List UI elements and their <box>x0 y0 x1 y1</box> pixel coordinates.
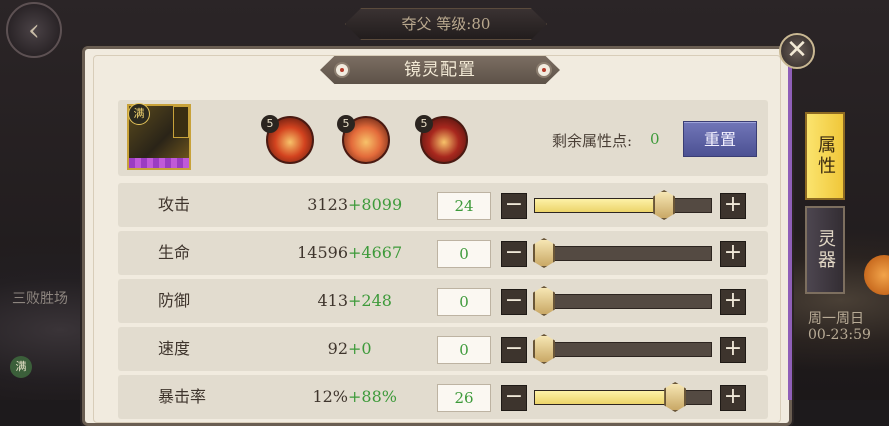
stat-slider[interactable] <box>533 238 712 268</box>
stat-bonus-value: +8099 <box>348 195 403 214</box>
stat-base-value: 14596 <box>297 243 348 262</box>
stat-slider[interactable] <box>533 334 712 364</box>
tab-attributes[interactable]: 属性 <box>805 112 845 200</box>
minus-icon[interactable]: − <box>501 241 527 267</box>
top-banner: 夺父 等级:80 <box>345 8 547 40</box>
plus-icon[interactable]: + <box>720 385 746 411</box>
plus-icon[interactable]: + <box>720 193 746 219</box>
stat-slider[interactable] <box>534 190 712 220</box>
tab-spirit-artifact[interactable]: 灵器 <box>805 206 845 294</box>
skill-level-badge: 5 <box>261 115 279 133</box>
remaining-points-value: 0 <box>650 130 660 148</box>
minus-icon[interactable]: − <box>501 337 527 363</box>
avatar-emblem-icon <box>173 106 189 138</box>
stat-slider[interactable] <box>534 382 712 412</box>
stat-row-hp: 生命 14596 +4667 0 − + <box>118 231 768 275</box>
stat-base-value: 413 <box>317 291 348 310</box>
slider-handle[interactable] <box>664 382 687 412</box>
stat-row-attack: 攻击 3123 +8099 24 − + <box>118 183 768 227</box>
dialog-edge-decoration <box>788 60 792 400</box>
stat-bonus-value: +88% <box>348 387 397 406</box>
minus-icon[interactable]: − <box>501 289 527 315</box>
stat-row-defense: 防御 413 +248 0 − + <box>118 279 768 323</box>
stat-points-input[interactable]: 0 <box>437 288 491 316</box>
back-button[interactable]: ‹ <box>6 2 62 58</box>
close-icon: ✕ <box>786 35 808 65</box>
plus-icon[interactable]: + <box>720 241 746 267</box>
stat-base-value: 3123 <box>307 195 348 214</box>
slider-handle[interactable] <box>533 238 555 268</box>
stat-points-input[interactable]: 24 <box>437 192 491 220</box>
stat-name: 攻击 <box>158 195 191 214</box>
max-level-badge: 满 <box>128 103 150 125</box>
slider-handle[interactable] <box>653 190 676 220</box>
reset-button[interactable]: 重置 <box>683 121 757 157</box>
stat-name: 暴击率 <box>158 387 207 406</box>
remaining-points-label: 剩余属性点: <box>552 132 633 150</box>
stat-bonus-value: +4667 <box>348 243 403 262</box>
skill-level-badge: 5 <box>415 115 433 133</box>
stat-points-input[interactable]: 0 <box>437 336 491 364</box>
stat-base-value: 92 <box>327 339 348 358</box>
stat-name: 速度 <box>158 339 191 358</box>
stat-row-crit: 暴击率 12% +88% 26 − + <box>118 375 768 419</box>
stat-base-value: 12% <box>312 387 348 406</box>
stat-points-input[interactable]: 26 <box>437 384 491 412</box>
stat-bonus-value: +0 <box>348 339 372 358</box>
stat-row-speed: 速度 92 +0 0 − + <box>118 327 768 371</box>
background-left-badge: 满 <box>10 356 32 378</box>
minus-icon[interactable]: − <box>501 193 527 219</box>
background-right-text: 周一周日 <box>808 311 864 327</box>
plus-icon[interactable]: + <box>720 337 746 363</box>
slider-handle[interactable] <box>533 334 555 364</box>
plus-icon[interactable]: + <box>720 289 746 315</box>
back-arrow-icon: ‹ <box>28 13 40 48</box>
dialog-title: 镜灵配置 <box>404 60 476 80</box>
slider-handle[interactable] <box>533 286 555 316</box>
stat-slider[interactable] <box>533 286 712 316</box>
background-right-time: 00-23:59 <box>808 327 871 343</box>
background-left-text: 三败胜场 <box>12 291 68 307</box>
stat-bonus-value: +248 <box>348 291 392 310</box>
stat-name: 生命 <box>158 243 191 262</box>
minus-icon[interactable]: − <box>501 385 527 411</box>
stat-points-input[interactable]: 0 <box>437 240 491 268</box>
skill-level-badge: 5 <box>337 115 355 133</box>
stat-name: 防御 <box>158 291 191 310</box>
close-button[interactable]: ✕ <box>779 33 815 69</box>
